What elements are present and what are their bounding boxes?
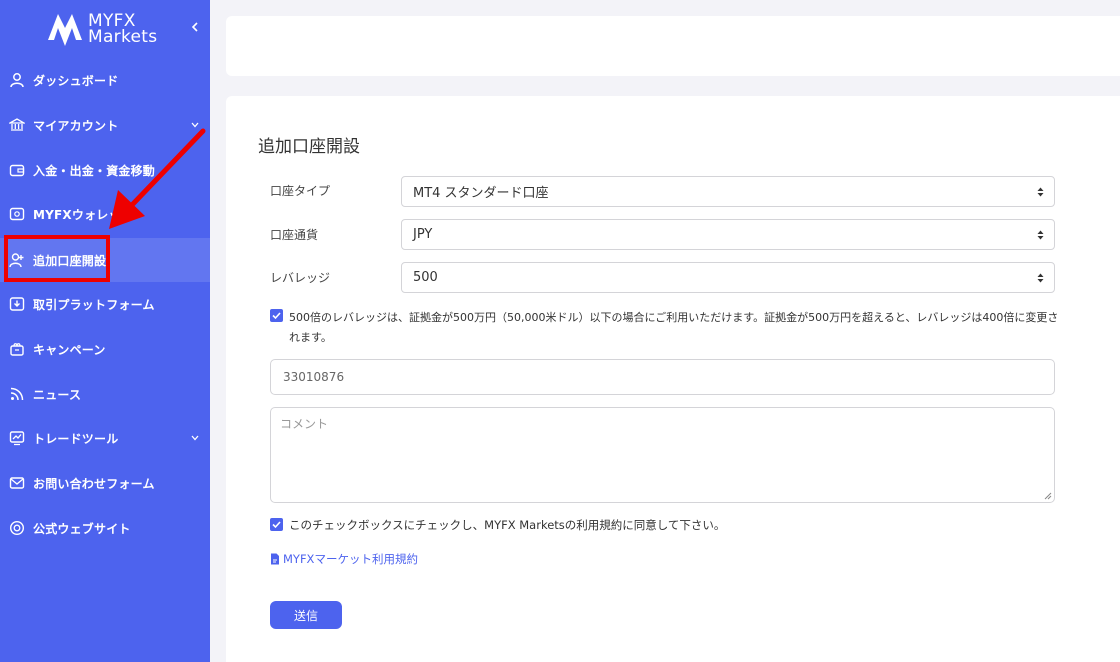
sidebar-item-website[interactable]: 公式ウェブサイト bbox=[0, 506, 210, 550]
sidebar-item-label: 入金・出金・資金移動 bbox=[33, 163, 156, 178]
page-title: 追加口座開設 bbox=[258, 137, 360, 156]
account-type-select[interactable]: MT4 スタンダード口座 bbox=[401, 176, 1055, 207]
comment-field[interactable]: コメント bbox=[270, 407, 1055, 503]
header-card bbox=[226, 16, 1120, 76]
sidebar-item-dashboard[interactable]: ダッシュボード bbox=[0, 58, 210, 102]
sidebar-item-my-account[interactable]: マイアカウント bbox=[0, 103, 210, 147]
mail-icon bbox=[9, 477, 25, 489]
brand-name: MYFX Markets bbox=[88, 13, 158, 47]
brand-logo[interactable]: MYFX Markets bbox=[46, 10, 157, 48]
sidebar-item-trade-tools[interactable]: トレードツール bbox=[0, 416, 210, 460]
sidebar-item-label: ニュース bbox=[33, 387, 82, 402]
leverage-note: 500倍のレバレッジは、証拠金が500万円（50,000米ドル）以下の場合にご利… bbox=[289, 311, 1059, 344]
leverage-label: レバレッジ bbox=[270, 271, 331, 285]
terms-link[interactable]: MYFXマーケット利用規約 bbox=[270, 551, 418, 567]
sidebar-item-label: マイアカウント bbox=[33, 118, 119, 133]
sidebar-item-label: 公式ウェブサイト bbox=[33, 521, 131, 536]
sidebar-item-contact[interactable]: お問い合わせフォーム bbox=[0, 461, 210, 505]
sidebar: MYFX Markets ダッシュボード マイアカウント 入金・出金・資金移動 … bbox=[0, 0, 210, 662]
terms-link-label: MYFXマーケット利用規約 bbox=[283, 552, 418, 566]
check-icon bbox=[272, 521, 281, 529]
globe-icon bbox=[9, 520, 25, 536]
account-number-value: 33010876 bbox=[283, 370, 345, 384]
highlight-annotation-box bbox=[4, 235, 110, 282]
download-icon bbox=[9, 297, 25, 311]
leverage-select[interactable]: 500 bbox=[401, 262, 1055, 293]
sidebar-item-label: トレードツール bbox=[33, 431, 119, 446]
gift-icon bbox=[10, 343, 24, 356]
sidebar-item-wallet[interactable]: MYFXウォレット bbox=[0, 192, 210, 236]
sidebar-item-label: お問い合わせフォーム bbox=[33, 476, 155, 491]
chevron-down-icon bbox=[191, 122, 199, 128]
sidebar-item-label: 取引プラットフォーム bbox=[33, 297, 155, 312]
check-icon bbox=[272, 312, 281, 320]
sidebar-item-label: キャンペーン bbox=[33, 342, 106, 357]
myfx-logo-icon bbox=[48, 14, 82, 46]
chevron-down-icon bbox=[191, 435, 199, 441]
comment-placeholder: コメント bbox=[280, 417, 329, 431]
wallet-icon bbox=[9, 164, 25, 177]
currency-value: JPY bbox=[413, 227, 433, 242]
resize-handle-icon[interactable] bbox=[1044, 492, 1052, 500]
agree-text: このチェックボックスにチェックし、MYFX Marketsの利用規約に同意して下… bbox=[289, 518, 726, 532]
leverage-note-checkbox[interactable] bbox=[270, 309, 283, 322]
agree-checkbox[interactable] bbox=[270, 518, 283, 531]
sidebar-item-campaign[interactable]: キャンペーン bbox=[0, 327, 210, 371]
select-arrows-icon bbox=[1037, 187, 1044, 197]
account-type-label: 口座タイプ bbox=[270, 184, 331, 198]
rss-icon bbox=[10, 387, 24, 401]
select-arrows-icon bbox=[1037, 230, 1044, 240]
pdf-file-icon bbox=[271, 553, 279, 565]
brand-line2: Markets bbox=[88, 27, 158, 47]
leverage-value: 500 bbox=[413, 270, 438, 285]
collapse-sidebar-icon[interactable] bbox=[188, 19, 202, 35]
select-arrows-icon bbox=[1037, 273, 1044, 283]
sidebar-item-label: MYFXウォレット bbox=[33, 207, 133, 222]
chart-icon bbox=[9, 431, 25, 446]
account-type-value: MT4 スタンダード口座 bbox=[413, 186, 549, 201]
currency-label: 口座通貨 bbox=[270, 228, 319, 242]
account-number-field[interactable]: 33010876 bbox=[270, 359, 1055, 395]
safe-icon bbox=[9, 207, 25, 221]
sidebar-item-news[interactable]: ニュース bbox=[0, 372, 210, 416]
submit-button[interactable]: 送信 bbox=[270, 601, 342, 629]
sidebar-item-platform[interactable]: 取引プラットフォーム bbox=[0, 282, 210, 326]
sidebar-item-label: ダッシュボード bbox=[33, 73, 119, 88]
bank-icon bbox=[9, 118, 25, 131]
user-icon bbox=[10, 73, 24, 88]
sidebar-item-deposit[interactable]: 入金・出金・資金移動 bbox=[0, 148, 210, 192]
currency-select[interactable]: JPY bbox=[401, 219, 1055, 250]
